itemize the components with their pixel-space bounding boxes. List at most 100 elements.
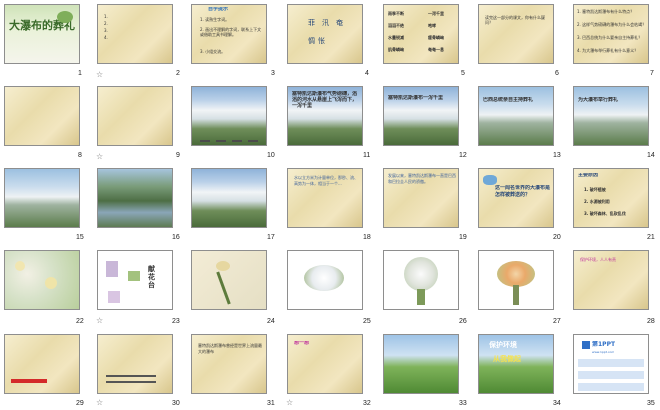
- slide-number: 30: [172, 400, 180, 407]
- slide-thumbnail-26[interactable]: [383, 250, 459, 310]
- slide-thumbnail-18[interactable]: 水以立方米为计量单位，那秒、流、高势为一体，相当于一个...: [287, 168, 363, 228]
- slide-thumbnail-13[interactable]: 巴西总统亲自主持葬礼: [478, 86, 554, 146]
- slide-title: 保护环境: [489, 341, 517, 349]
- slide-subtitle: www.1ppt.com: [592, 350, 615, 354]
- slide-thumbnail-7[interactable]: 1. 塞特凯达斯瀑布有什么特点？ 2. 这样气势磅礴的瀑布为什么会枯竭？ 3. …: [573, 4, 649, 64]
- slide-word: 怅: [318, 37, 325, 45]
- slide-number: 16: [172, 234, 180, 241]
- slide-cell: 奄奄一息: [428, 47, 444, 52]
- star-icon[interactable]: ☆: [96, 398, 103, 407]
- slide-thumbnail-17[interactable]: [191, 168, 267, 228]
- slide-thumbnail-31[interactable]: 塞特凯达斯瀑布曾经是世界上流量最大的瀑布: [191, 334, 267, 394]
- slide-thumbnail-21[interactable]: 主要原因 1. 破坏植被 2. 水源被利用 3. 破坏森林、乱砍乱伐: [573, 168, 649, 228]
- slide-word: 菲: [308, 19, 315, 27]
- slide-thumbnail-34[interactable]: 保护环境 从我做起: [478, 334, 554, 394]
- slide-item: 4. 为大瀑布举行葬礼有什么意义？: [577, 48, 639, 53]
- slide-thumbnail-24[interactable]: [191, 250, 267, 310]
- star-icon[interactable]: ☆: [96, 70, 103, 79]
- star-icon[interactable]: ☆: [96, 152, 103, 161]
- slide-item: 2. 水源被利用: [584, 199, 610, 204]
- slide-number: 7: [650, 70, 654, 77]
- slide-number: 21: [647, 234, 655, 241]
- slide-thumbnail-32[interactable]: 想一想: [287, 334, 363, 394]
- slide-number: 19: [459, 234, 467, 241]
- slide-thumbnail-30[interactable]: [97, 334, 173, 394]
- slide-number: 29: [76, 400, 84, 407]
- slide-cell: 滔滔不绝: [388, 23, 404, 28]
- slide-number: 14: [647, 152, 655, 159]
- slide-number: 5: [461, 70, 465, 77]
- slide-text: 水以立方米为计量单位，那秒、流、高势为一体，相当于一个...: [294, 175, 358, 186]
- slide-text: 发展以来，塞特凯达斯瀑布一直是巴西和巴拉圭人民的骄傲。: [388, 173, 456, 184]
- slide-text: 1. 2. 3. 4.: [104, 14, 108, 40]
- slide-number: 18: [363, 234, 371, 241]
- slide-thumbnail-27[interactable]: [478, 250, 554, 310]
- slide-thumbnail-3[interactable]: 自学提示 1. 读熟生字词。 2. 画出不理解的字词，联系上下文或借助工具书理解…: [191, 4, 267, 64]
- slide-number: 23: [172, 318, 180, 325]
- slide-thumbnail-23[interactable]: 献花台: [97, 250, 173, 310]
- slide-number: 17: [267, 234, 275, 241]
- slide-item: 3. 小组交流。: [200, 49, 226, 54]
- slide-number: 33: [459, 400, 467, 407]
- slide-word: 奄: [336, 19, 343, 27]
- slide-thumbnail-2[interactable]: 1. 2. 3. 4.: [97, 4, 173, 64]
- star-icon[interactable]: ☆: [286, 398, 293, 407]
- slide-thumbnail-22[interactable]: [4, 250, 80, 310]
- slide-number: 15: [76, 234, 84, 241]
- slide-thumbnail-9[interactable]: [97, 86, 173, 146]
- slide-number: 25: [363, 318, 371, 325]
- slide-cell: 水量锐减: [388, 35, 404, 40]
- slide-number: 31: [267, 400, 275, 407]
- slide-text: 为大瀑布举行葬礼: [578, 97, 619, 103]
- slide-number: 32: [363, 400, 371, 407]
- star-icon[interactable]: ☆: [96, 316, 103, 325]
- slide-word: 惆: [308, 37, 315, 45]
- slide-word: 汛: [322, 19, 329, 27]
- slide-thumbnail-16[interactable]: [97, 168, 173, 228]
- slide-thumbnail-19[interactable]: 发展以来，塞特凯达斯瀑布一直是巴西和巴拉圭人民的骄傲。: [383, 168, 459, 228]
- slide-item: 2. 这样气势磅礴的瀑布为什么会枯竭？: [577, 22, 647, 27]
- slide-text: 巴西总统亲自主持葬礼: [483, 97, 534, 103]
- slide-thumbnail-6[interactable]: 读完这一部分的课文，你有什么疑问？: [478, 4, 554, 64]
- slide-item: 1. 破坏植被: [584, 187, 606, 192]
- slide-thumbnail-35[interactable]: 第1PPT www.1ppt.com: [573, 334, 649, 394]
- slide-thumbnail-28[interactable]: 保护环境，人人有责: [573, 250, 649, 310]
- slide-thumbnail-14[interactable]: 为大瀑布举行葬礼: [573, 86, 649, 146]
- slide-number: 4: [365, 70, 369, 77]
- slide-item: 1. 读熟生字词。: [200, 17, 230, 22]
- slide-number: 28: [647, 318, 655, 325]
- slide-subtitle: 从我做起: [493, 355, 521, 363]
- slide-cell: 肌骨嶙峋: [388, 47, 404, 52]
- slide-item: 2. 画出不理解的字词，联系上下文或借助工具书理解。: [200, 27, 262, 37]
- slide-thumbnail-8[interactable]: [4, 86, 80, 146]
- slide-number: 9: [176, 152, 180, 159]
- slide-number: 34: [553, 400, 561, 407]
- slide-item: 3. 巴西总统为什么要亲自主持葬礼？: [577, 35, 643, 40]
- slide-thumbnail-12[interactable]: 塞特凯达斯瀑布一泻千里: [383, 86, 459, 146]
- slide-thumbnail-15[interactable]: [4, 168, 80, 228]
- slide-text: 这一闻名世界的大瀑布是怎样被葬送的？: [495, 185, 551, 198]
- slide-number: 20: [553, 234, 561, 241]
- slide-text: 塞特凯达斯瀑布一泻千里: [388, 95, 444, 101]
- slide-number: 12: [459, 152, 467, 159]
- slide-thumbnail-29[interactable]: [4, 334, 80, 394]
- slide-thumbnail-10[interactable]: [191, 86, 267, 146]
- slide-thumbnail-5[interactable]: 雨季不断 一泻千里 滔滔不绝 咆哮 水量锐减 瘦骨嶙峋 肌骨嶙峋 奄奄一息: [383, 4, 459, 64]
- slide-number: 8: [78, 152, 82, 159]
- slide-thumbnail-25[interactable]: [287, 250, 363, 310]
- slide-thumbnail-4[interactable]: 菲 汛 奄 惆 怅: [287, 4, 363, 64]
- slide-text: 保护环境，人人有责: [580, 257, 616, 262]
- slide-text: 读完这一部分的课文，你有什么疑问？: [485, 15, 545, 25]
- slide-title: 第1PPT: [592, 341, 616, 348]
- slide-number: 35: [647, 400, 655, 407]
- slide-number: 11: [363, 152, 371, 159]
- slide-thumbnail-33[interactable]: [383, 334, 459, 394]
- slide-number: 10: [267, 152, 275, 159]
- slide-item: 3. 破坏森林、乱砍乱伐: [584, 211, 626, 216]
- slide-cell: 雨季不断: [388, 11, 404, 16]
- slide-thumbnail-20[interactable]: 这一闻名世界的大瀑布是怎样被葬送的？: [478, 168, 554, 228]
- slide-thumbnail-11[interactable]: 塞特凯达斯瀑布气势磅礴，滔滔的河水从悬崖上飞泻而下，一泻千里: [287, 86, 363, 146]
- slide-number: 22: [76, 318, 84, 325]
- slide-cell: 瘦骨嶙峋: [428, 35, 444, 40]
- slide-thumbnail-1[interactable]: 大瀑布的葬礼: [4, 4, 80, 64]
